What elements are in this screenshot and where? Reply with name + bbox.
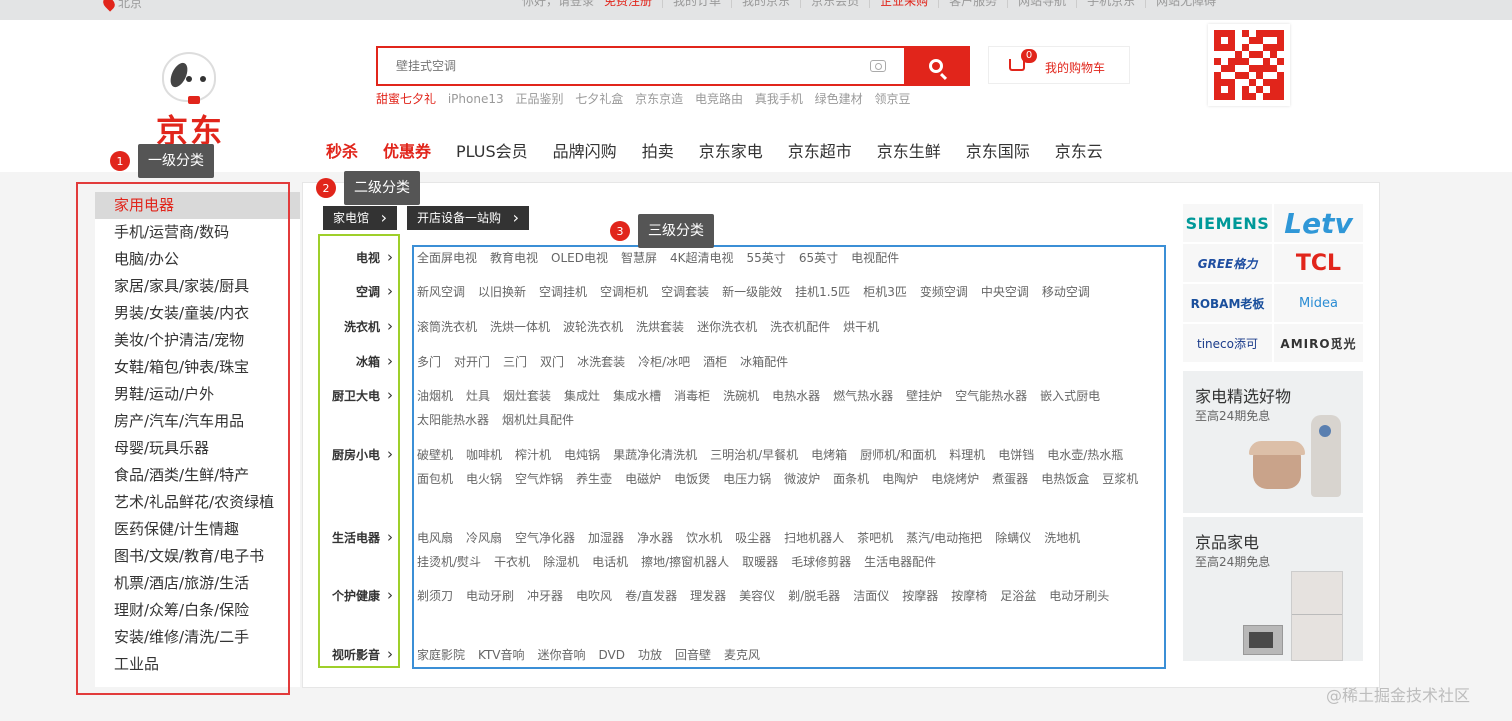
channel-tabs: 家电馆 开店设备一站购 (323, 206, 530, 230)
enterprise-link[interactable]: 企业采购 (869, 0, 938, 8)
nav-item[interactable]: 秒杀 (326, 138, 358, 162)
login-link[interactable]: 你好，请登录 (512, 0, 604, 8)
annotation-tag-1: 1 一级分类 (110, 144, 214, 178)
annotation-label: 二级分类 (344, 171, 420, 205)
primary-category-highlight (76, 182, 290, 695)
annotation-label: 一级分类 (138, 144, 214, 178)
accessibility-link[interactable]: 网站无障碍 (1145, 0, 1226, 8)
search-bar (376, 46, 970, 86)
oven-image (1243, 625, 1283, 655)
top-links: 你好，请登录 免费注册 我的订单 我的京东 京东会员 企业采购 客户服务 网站导… (512, 0, 1226, 8)
search-icon (929, 59, 943, 73)
site-nav-link[interactable]: 网站导航 (1007, 0, 1076, 8)
nav-item[interactable]: 京东生鲜 (877, 138, 941, 162)
rice-cooker-image (1249, 441, 1305, 489)
cart-button[interactable]: 0 我的购物车 (988, 46, 1130, 84)
channel-tab[interactable]: 家电馆 (323, 206, 398, 230)
brand-logo[interactable]: tineco添可 (1183, 324, 1272, 362)
hotword-link[interactable]: 甜蜜七夕礼 (376, 92, 436, 106)
location-selector[interactable]: 北京 (100, 0, 143, 12)
promo-subtitle: 至高24期免息 (1195, 555, 1271, 569)
brand-grid: SIEMENS Letv GREE格力 TCL ROBAM老板 Midea ti… (1183, 204, 1363, 362)
promo-subtitle: 至高24期免息 (1195, 409, 1271, 423)
nav-item[interactable]: 拍卖 (642, 138, 674, 162)
promo-title: 家电精选好物 (1195, 387, 1292, 406)
hotword-link[interactable]: 绿色建材 (815, 92, 863, 106)
annotation-number: 2 (316, 178, 336, 198)
jd-member-link[interactable]: 京东会员 (800, 0, 869, 8)
jd-logo[interactable]: 京东 (150, 48, 250, 150)
channel-tab[interactable]: 开店设备一站购 (407, 206, 530, 230)
nav-item[interactable]: 京东超市 (788, 138, 852, 162)
brand-logo[interactable]: Midea (1274, 284, 1363, 322)
service-link[interactable]: 客户服务 (938, 0, 1007, 8)
my-jd-link[interactable]: 我的京东 (731, 0, 800, 8)
annotation-number: 3 (610, 221, 630, 241)
brand-logo[interactable]: GREE格力 (1183, 244, 1272, 282)
qr-code-icon (1214, 30, 1284, 100)
nav-item[interactable]: 品牌闪购 (553, 138, 617, 162)
location-pin-icon (100, 0, 118, 12)
qr-code (1208, 24, 1290, 106)
hotword-link[interactable]: 京东京造 (635, 92, 683, 106)
search-button[interactable] (904, 48, 968, 84)
tertiary-category-highlight (412, 245, 1166, 669)
camera-icon[interactable] (870, 60, 886, 72)
top-bar: 北京 你好，请登录 免费注册 我的订单 我的京东 京东会员 企业采购 客户服务 … (0, 0, 1512, 20)
hotword-link[interactable]: iPhone13 (448, 92, 504, 106)
nav-item[interactable]: 优惠券 (383, 138, 431, 162)
nav-item[interactable]: 京东家电 (699, 138, 763, 162)
annotation-label: 三级分类 (638, 214, 714, 248)
brand-logo[interactable]: AMIRO觅光 (1274, 324, 1363, 362)
nav-item[interactable]: 京东云 (1055, 138, 1103, 162)
main-nav: 秒杀 优惠券 PLUS会员 品牌闪购 拍卖 京东家电 京东超市 京东生鲜 京东国… (326, 138, 1103, 162)
joy-dog-icon (162, 52, 216, 102)
nav-item[interactable]: PLUS会员 (456, 138, 528, 162)
brand-logo[interactable]: SIEMENS (1183, 204, 1272, 242)
secondary-category-highlight (318, 234, 400, 668)
annotation-tag-3: 3 三级分类 (610, 214, 714, 248)
register-link[interactable]: 免费注册 (604, 0, 662, 8)
hotword-link[interactable]: 电竞路由 (695, 92, 743, 106)
location-label: 北京 (118, 0, 143, 10)
brand-logo[interactable]: Letv (1274, 204, 1363, 242)
my-orders-link[interactable]: 我的订单 (662, 0, 731, 8)
cart-count-badge: 0 (1021, 49, 1037, 63)
annotation-tag-2: 2 二级分类 (316, 171, 420, 205)
hotword-link[interactable]: 真我手机 (755, 92, 803, 106)
promo-card[interactable]: 京品家电 至高24期免息 (1183, 517, 1363, 661)
search-input[interactable] (378, 48, 898, 84)
annotation-number: 1 (110, 151, 130, 171)
air-purifier-image (1311, 415, 1341, 497)
hotword-link[interactable]: 正品鉴别 (515, 92, 563, 106)
brand-logo[interactable]: TCL (1274, 244, 1363, 282)
watermark: @稀土掘金技术社区 (1326, 686, 1471, 705)
header: 京东 甜蜜七夕礼 iPhone13 正品鉴别 七夕礼盒 京东京造 电竞路由 真我… (0, 20, 1512, 172)
hotword-link[interactable]: 七夕礼盒 (575, 92, 623, 106)
promo-title: 京品家电 (1195, 533, 1260, 552)
promo-card[interactable]: 家电精选好物 至高24期免息 (1183, 371, 1363, 513)
nav-item[interactable]: 京东国际 (966, 138, 1030, 162)
cart-label: 我的购物车 (1045, 61, 1106, 75)
hotword-link[interactable]: 领京豆 (875, 92, 911, 106)
brand-logo[interactable]: ROBAM老板 (1183, 284, 1272, 322)
mobile-jd-link[interactable]: 手机京东 (1076, 0, 1145, 8)
hot-search-words: 甜蜜七夕礼 iPhone13 正品鉴别 七夕礼盒 京东京造 电竞路由 真我手机 … (376, 90, 919, 107)
fridge-image (1291, 571, 1343, 661)
